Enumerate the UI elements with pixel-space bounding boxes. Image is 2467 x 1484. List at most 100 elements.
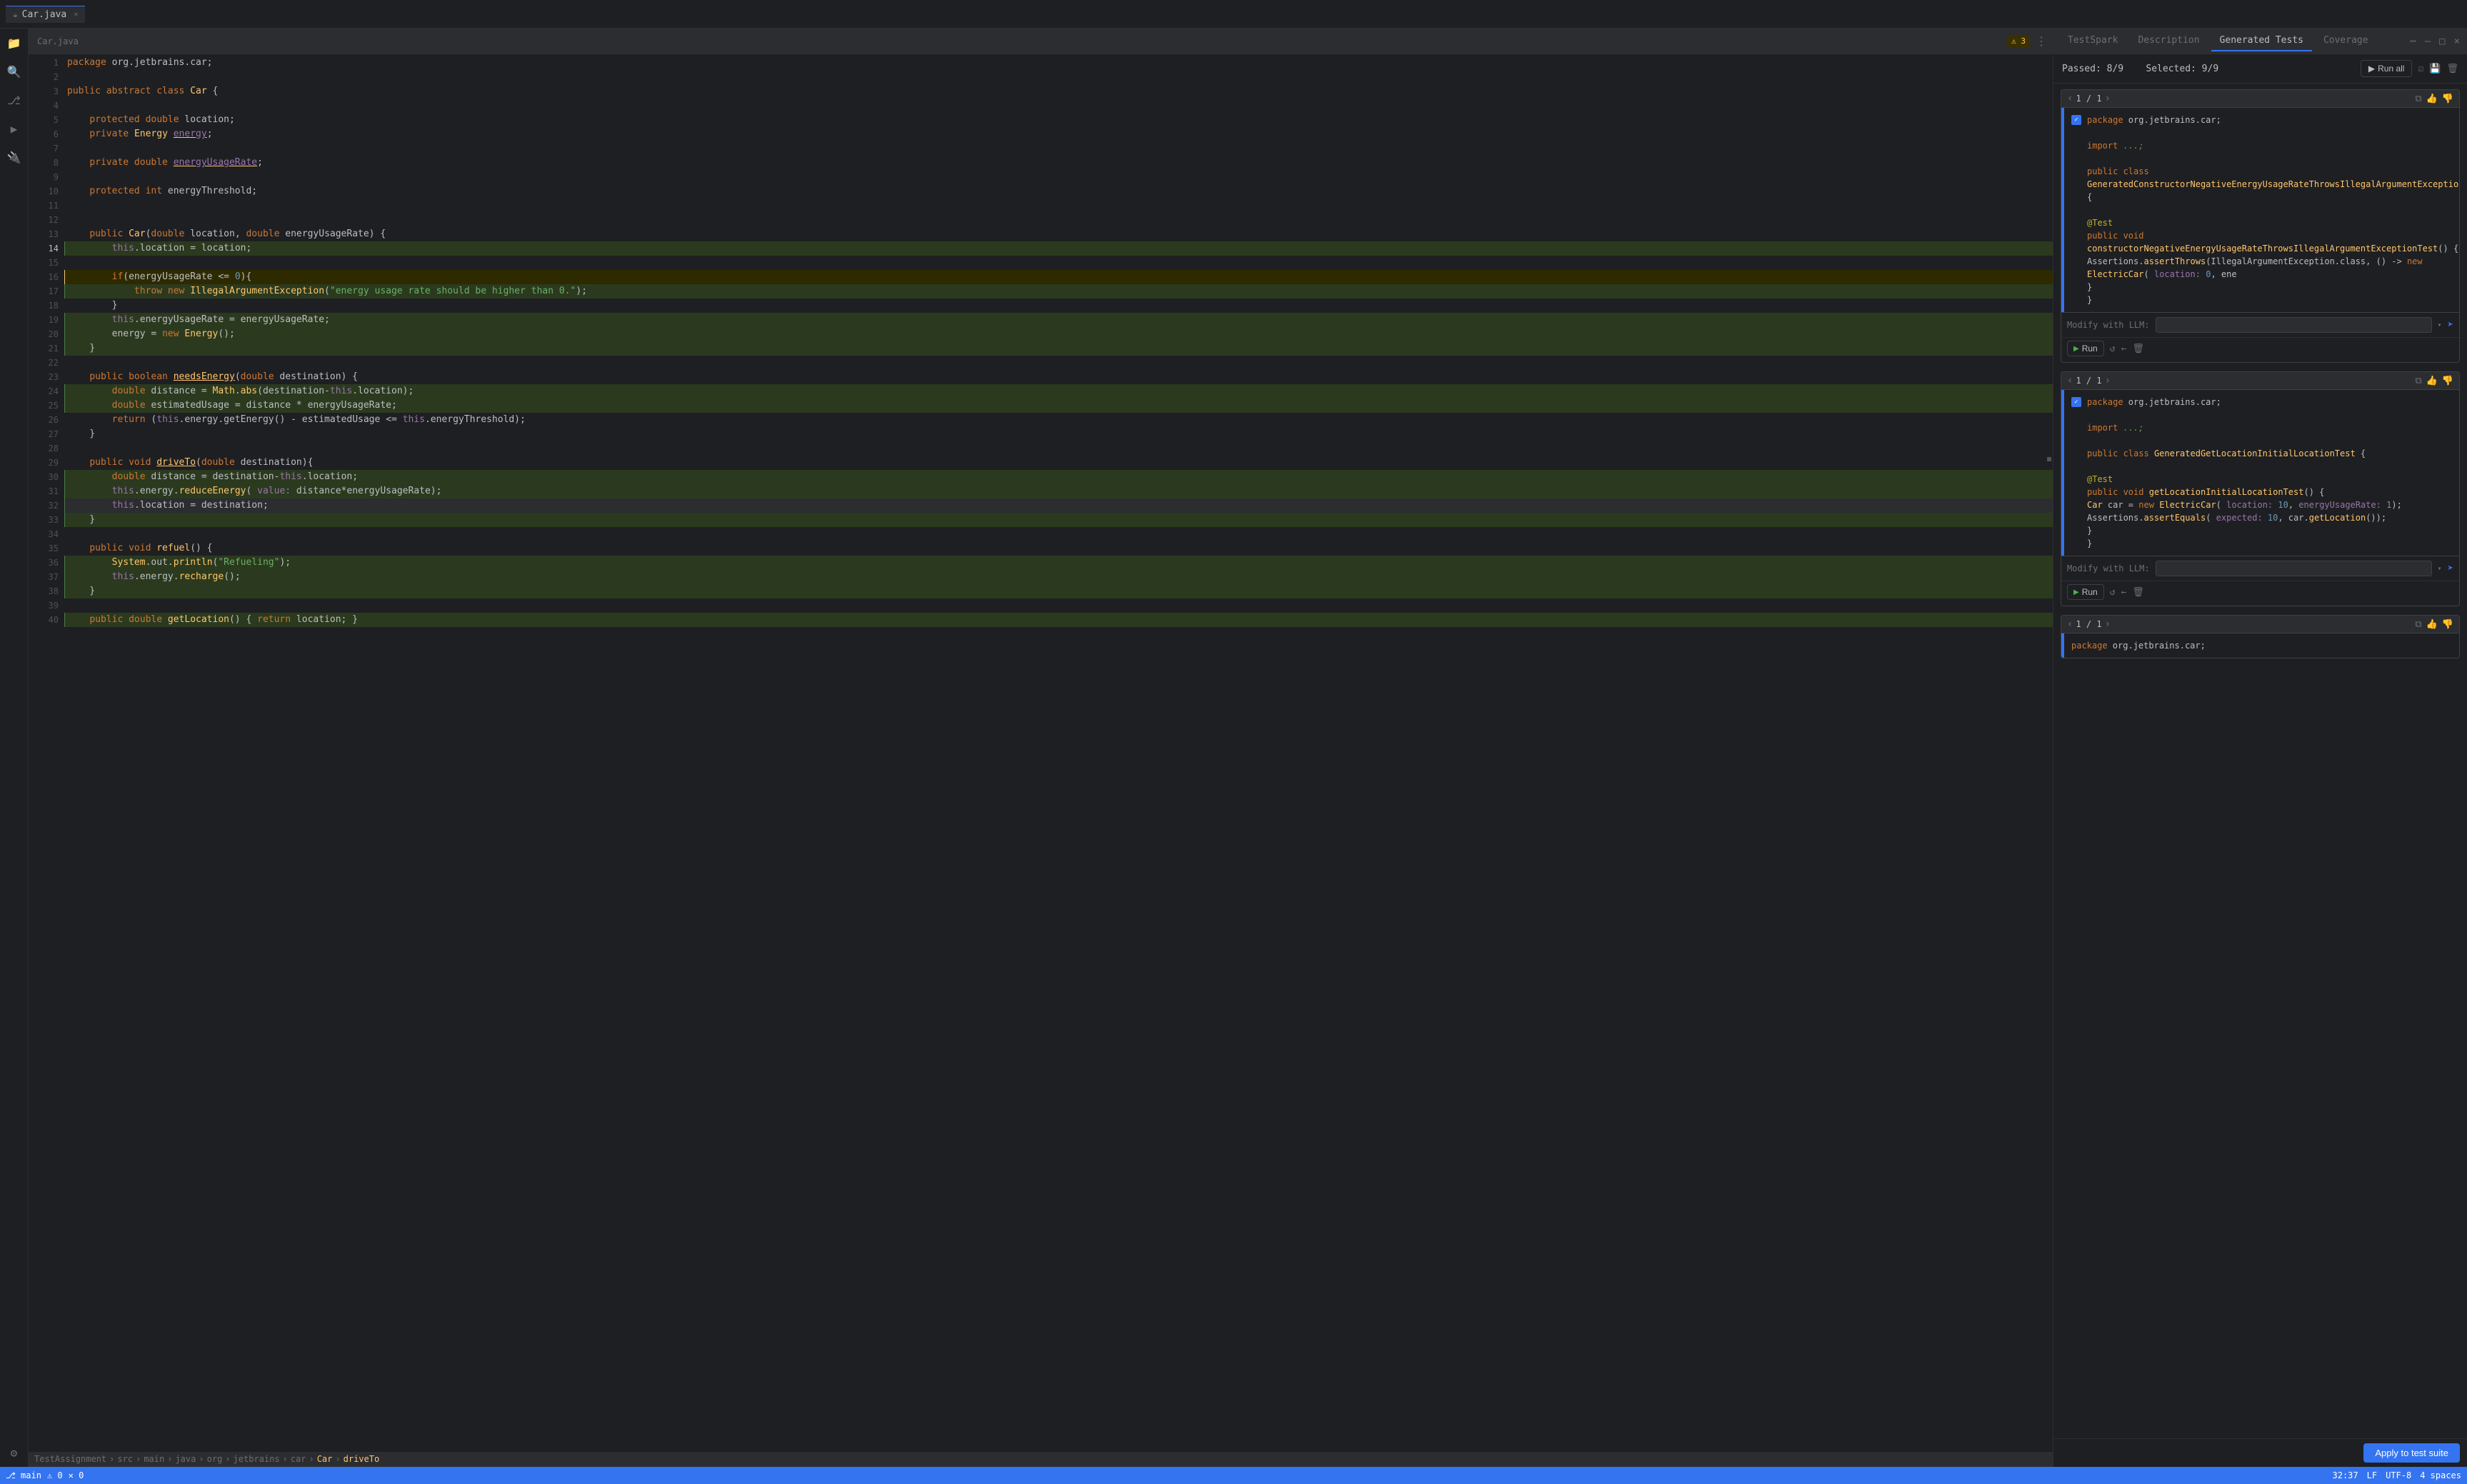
modify-dropdown-1[interactable]: ▾ xyxy=(2438,321,2442,329)
settings-icon[interactable]: ⚙ xyxy=(6,1444,23,1461)
code-line-32: this.location = destination; xyxy=(64,498,2053,513)
panel-maximize-icon[interactable]: □ xyxy=(2438,34,2446,49)
breadcrumb-item-car[interactable]: Car xyxy=(317,1454,333,1464)
undo-btn-2[interactable]: ↺ xyxy=(2110,587,2116,598)
breadcrumb-item-1[interactable]: TestAssignment xyxy=(34,1454,106,1464)
code-line-38: } xyxy=(64,584,2053,598)
code-line-29: public void driveTo(double destination){ xyxy=(64,456,2053,470)
tab-generated-tests[interactable]: Generated Tests xyxy=(2211,31,2312,51)
code-content: package org.jetbrains.car; public abstra… xyxy=(64,54,2053,1452)
code-line-7 xyxy=(64,141,2053,156)
run-button-2[interactable]: ▶ Run xyxy=(2067,584,2104,600)
nav-prev-1[interactable]: ‹ xyxy=(2067,93,2073,104)
panel-minimize-icon[interactable]: — xyxy=(2423,34,2432,49)
test-checkbox-1[interactable]: ✓ xyxy=(2071,115,2081,125)
breadcrumb-item-7[interactable]: car xyxy=(291,1454,306,1464)
breadcrumb-item-3[interactable]: main xyxy=(144,1454,164,1464)
card-dislike-1[interactable]: 👎 xyxy=(2442,94,2453,104)
tab-description[interactable]: Description xyxy=(2129,31,2208,51)
card-actions-2: ⧉ 👍 👎 xyxy=(2415,376,2453,386)
check-all-icon[interactable]: ☑ xyxy=(2418,64,2423,74)
code-editor: 1 2 3 4 5 6 7 8 9 10 11 12 13 14 15 16 1… xyxy=(29,54,2053,1452)
indent[interactable]: 4 spaces xyxy=(2420,1470,2461,1480)
modify-dropdown-2[interactable]: ▾ xyxy=(2438,565,2442,573)
test-code-content-2: package org.jetbrains.car; import ...; p… xyxy=(2087,396,2452,550)
passed-count: Passed: 8/9 xyxy=(2062,64,2123,74)
save-icon[interactable]: 💾 xyxy=(2429,64,2441,74)
breadcrumb-item-2[interactable]: src xyxy=(117,1454,133,1464)
run-all-play-icon: ▶ xyxy=(2368,64,2375,74)
search-icon[interactable]: 🔍 xyxy=(6,63,23,80)
trash-btn-1[interactable]: 🗑 xyxy=(2132,344,2144,354)
run-all-button[interactable]: ▶ Run all xyxy=(2361,60,2413,77)
code-line-23: public boolean needsEnergy(double destin… xyxy=(64,370,2053,384)
card-copy-3[interactable]: ⧉ xyxy=(2415,619,2421,630)
checkbox-container-1: ✓ package org.jetbrains.car; import ...;… xyxy=(2071,114,2452,306)
panel-more-icon[interactable]: ⋯ xyxy=(2408,34,2417,49)
back-btn-1[interactable]: ← xyxy=(2121,344,2127,354)
breadcrumb-item-5[interactable]: org xyxy=(207,1454,223,1464)
code-line-33: } xyxy=(64,513,2053,527)
code-line-36: System.out.println("Refueling"); xyxy=(64,556,2053,570)
code-line-27: } xyxy=(64,427,2053,441)
modify-send-1[interactable]: ➤ xyxy=(2448,319,2453,331)
file-tab[interactable]: ☕ Car.java × xyxy=(6,6,85,23)
code-line-16: if(energyUsageRate <= 0){ xyxy=(64,270,2053,284)
tab-coverage[interactable]: Coverage xyxy=(2315,31,2377,51)
breadcrumb-item-4[interactable]: java xyxy=(175,1454,196,1464)
encoding[interactable]: UTF-8 xyxy=(2386,1470,2411,1480)
editor-more-icon[interactable]: ⋮ xyxy=(2036,34,2047,48)
card-like-3[interactable]: 👍 xyxy=(2426,619,2438,630)
breadcrumb-item-6[interactable]: jetbrains xyxy=(234,1454,280,1464)
breadcrumb-item-driveto[interactable]: driveTo xyxy=(344,1454,380,1464)
card-like-1[interactable]: 👍 xyxy=(2426,94,2438,104)
back-btn-2[interactable]: ← xyxy=(2121,587,2127,598)
modify-input-1[interactable] xyxy=(2156,317,2432,333)
code-line-25: double estimatedUsage = distance * energ… xyxy=(64,398,2053,413)
nav-next-1[interactable]: › xyxy=(2105,93,2111,104)
panel-header: Passed: 8/9 Selected: 9/9 ▶ Run all ☑ 💾 … xyxy=(2053,54,2467,84)
project-icon[interactable]: 📁 xyxy=(6,34,23,51)
vcs-icon[interactable]: ⎇ xyxy=(6,91,23,109)
test-checkbox-2[interactable]: ✓ xyxy=(2071,397,2081,407)
apply-to-test-suite-button[interactable]: Apply to test suite xyxy=(2363,1443,2460,1463)
code-line-20: energy = new Energy(); xyxy=(64,327,2053,341)
line-ending[interactable]: LF xyxy=(2367,1470,2377,1480)
nav-prev-3[interactable]: ‹ xyxy=(2067,618,2073,630)
right-panel: TestSpark Description Generated Tests Co… xyxy=(2053,29,2467,1467)
git-branch[interactable]: ⎇ main xyxy=(6,1470,41,1480)
warning-status[interactable]: ⚠ 0 xyxy=(47,1470,63,1480)
modify-send-2[interactable]: ➤ xyxy=(2448,563,2453,574)
nav-prev-2[interactable]: ‹ xyxy=(2067,375,2073,386)
test-card-2-nav: ‹ 1 / 1 › ⧉ 👍 👎 xyxy=(2061,372,2459,390)
tab-testspark[interactable]: TestSpark xyxy=(2059,31,2126,51)
error-status[interactable]: ✕ 0 xyxy=(69,1470,84,1480)
code-line-12 xyxy=(64,213,2053,227)
card-copy-1[interactable]: ⧉ xyxy=(2415,94,2421,104)
test-card-3: ‹ 1 / 1 › ⧉ 👍 👎 package org.jetbrains.ca… xyxy=(2061,615,2460,658)
delete-all-icon[interactable]: 🗑 xyxy=(2446,64,2458,74)
tab-close-icon[interactable]: × xyxy=(74,11,78,19)
code-line-11 xyxy=(64,199,2053,213)
card-dislike-3[interactable]: 👎 xyxy=(2442,619,2453,630)
undo-btn-1[interactable]: ↺ xyxy=(2110,344,2116,354)
main-area: 📁 🔍 ⎇ ▶ 🔌 ⚙ Car.java ⚠ 3 ⋮ 1 2 3 4 5 6 7… xyxy=(0,29,2467,1467)
modify-input-2[interactable] xyxy=(2156,561,2432,576)
modify-label-2: Modify with LLM: xyxy=(2067,563,2150,573)
nav-next-2[interactable]: › xyxy=(2105,375,2111,386)
plugins-icon[interactable]: 🔌 xyxy=(6,149,23,166)
run-button-1[interactable]: ▶ Run xyxy=(2067,341,2104,356)
card-copy-2[interactable]: ⧉ xyxy=(2415,376,2421,386)
run-icon[interactable]: ▶ xyxy=(6,120,23,137)
card-dislike-2[interactable]: 👎 xyxy=(2442,376,2453,386)
panel-close-icon[interactable]: × xyxy=(2453,34,2461,49)
nav-next-3[interactable]: › xyxy=(2105,618,2111,630)
trash-btn-2[interactable]: 🗑 xyxy=(2132,587,2144,598)
activity-bar: 📁 🔍 ⎇ ▶ 🔌 ⚙ xyxy=(0,29,29,1467)
code-line-8: private double energyUsageRate; xyxy=(64,156,2053,170)
line-col[interactable]: 32:37 xyxy=(2333,1470,2358,1480)
nav-arrows-2: ‹ 1 / 1 › xyxy=(2067,375,2111,386)
nav-page-3: 1 / 1 xyxy=(2076,619,2101,629)
card-like-2[interactable]: 👍 xyxy=(2426,376,2438,386)
code-line-1: package org.jetbrains.car; xyxy=(64,56,2053,70)
